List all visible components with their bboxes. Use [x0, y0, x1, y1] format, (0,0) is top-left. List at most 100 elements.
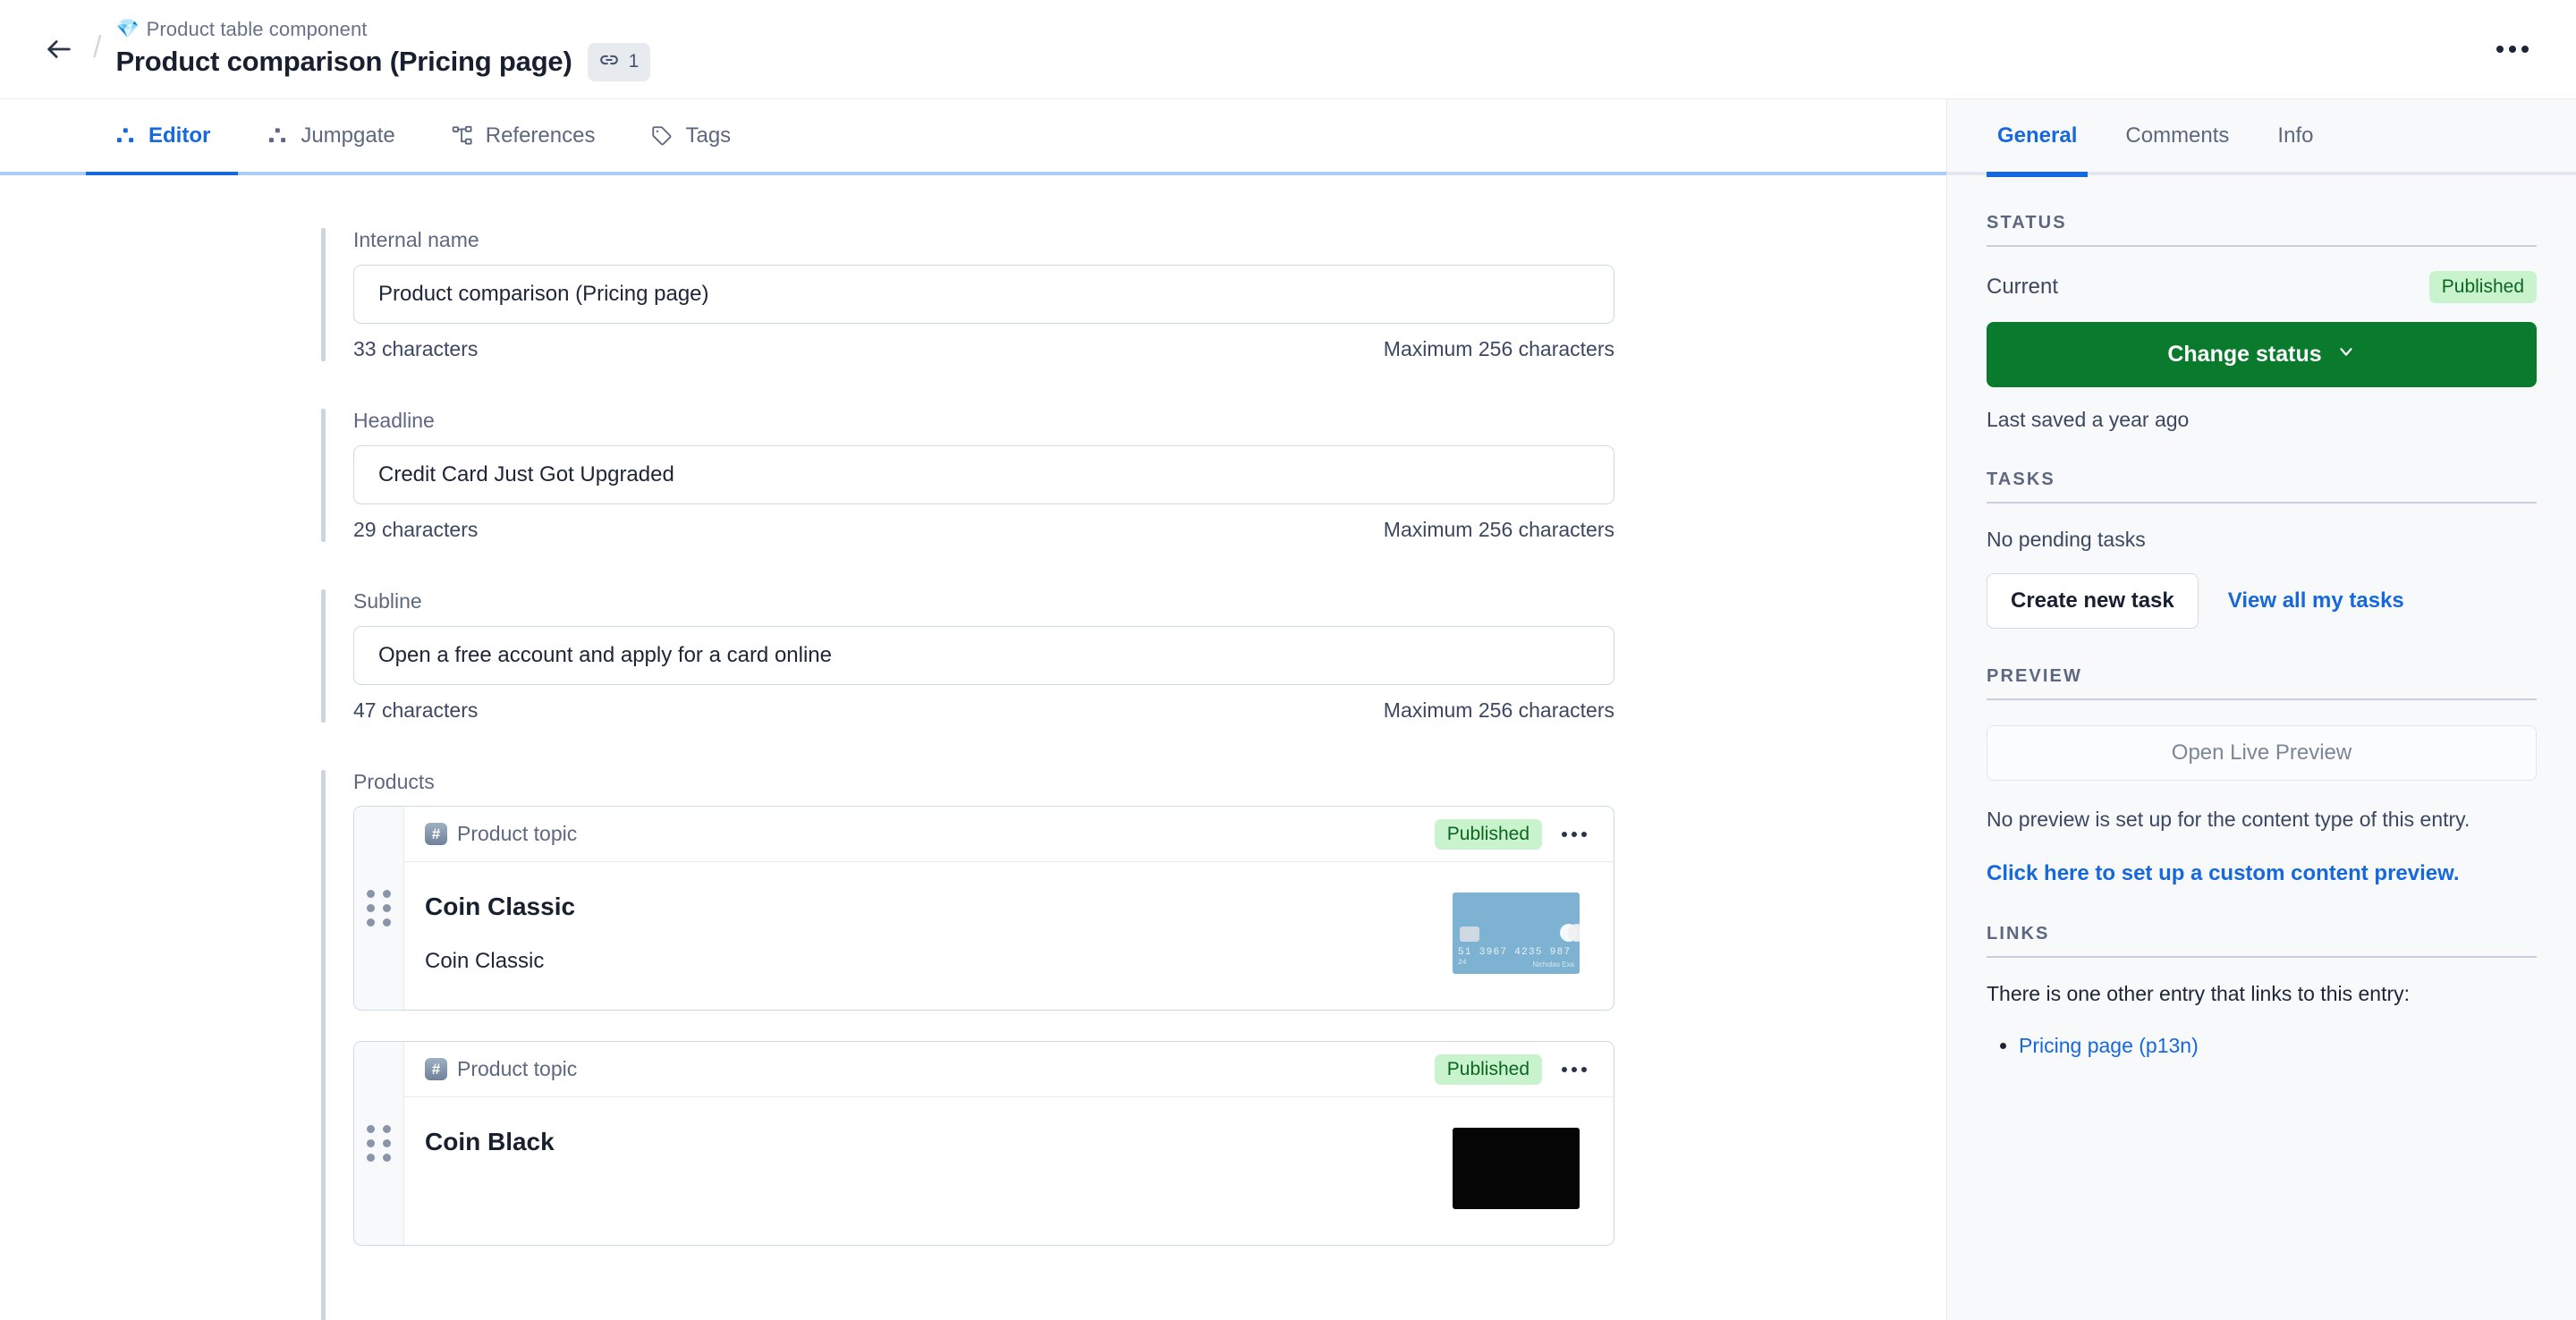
- main-column: Editor Jumpgate References Tags Internal…: [0, 99, 1946, 1320]
- open-live-preview-button[interactable]: Open Live Preview: [1987, 725, 2537, 781]
- tab-editor[interactable]: Editor: [86, 97, 239, 177]
- breadcrumb-separator: /: [93, 30, 102, 64]
- ellipsis-icon: [2496, 46, 2529, 53]
- sidebar-tabbar: General Comments Info: [1947, 97, 2576, 177]
- product-subtitle: Coin Classic: [425, 949, 545, 973]
- product-card-body: Coin Black: [404, 1097, 1614, 1245]
- tab-label: Info: [2277, 123, 2314, 148]
- ellipsis-icon[interactable]: [1555, 1058, 1594, 1081]
- status-badge: Published: [1434, 1053, 1542, 1085]
- field-meta: 33 characters Maximum 256 characters: [353, 337, 1614, 361]
- field-label: Subline: [353, 589, 422, 613]
- sidebar-content: STATUS Current Published Change status L…: [1947, 175, 2576, 1320]
- tab-label: Tags: [685, 123, 732, 148]
- internal-name-input[interactable]: Product comparison (Pricing page): [353, 265, 1614, 324]
- char-count: 33 characters: [353, 337, 479, 360]
- field-meta: 47 characters Maximum 256 characters: [353, 698, 1614, 723]
- field-label: Internal name: [353, 228, 479, 251]
- product-title: Coin Black: [425, 1128, 555, 1155]
- incoming-links-badge[interactable]: 1: [587, 42, 651, 81]
- page-title: Product comparison (Pricing page): [115, 46, 572, 77]
- preview-note: No preview is set up for the content typ…: [1987, 808, 2470, 831]
- tasks-section-title: TASKS: [1987, 432, 2537, 503]
- tasks-actions: Create new task View all my tasks: [1987, 573, 2537, 629]
- entry-form: Internal name Product comparison (Pricin…: [0, 175, 1946, 1320]
- card-chip-icon: [1460, 927, 1479, 942]
- tab-label: General: [1997, 123, 2078, 148]
- char-count: 47 characters: [353, 698, 479, 722]
- tab-general[interactable]: General: [1973, 97, 2101, 177]
- dots-triangle-icon: [266, 124, 289, 148]
- ellipsis-icon[interactable]: [1555, 823, 1594, 846]
- tab-info[interactable]: Info: [2253, 97, 2337, 173]
- view-all-tasks-link[interactable]: View all my tasks: [2228, 588, 2404, 613]
- product-card-header: # Product topic Published: [404, 807, 1614, 862]
- card-expiry: 24: [1458, 959, 1467, 967]
- field-label: Products: [353, 770, 435, 793]
- tab-label: Comments: [2125, 123, 2230, 148]
- char-max: Maximum 256 characters: [1383, 337, 1614, 360]
- field-headline: Headline Credit Card Just Got Upgraded 2…: [321, 409, 1615, 542]
- back-button[interactable]: [34, 24, 84, 74]
- field-label: Headline: [353, 409, 435, 432]
- list-item[interactable]: Pricing page (p13n): [2019, 1027, 2537, 1066]
- tab-references[interactable]: References: [423, 97, 623, 173]
- editor-body: Editor Jumpgate References Tags Internal…: [0, 99, 2576, 1320]
- product-card[interactable]: # Product topic Published: [353, 806, 1614, 1011]
- editor-scroll-area[interactable]: Internal name Product comparison (Pricin…: [0, 175, 1946, 1320]
- char-count: 29 characters: [353, 518, 479, 541]
- hash-icon: #: [425, 823, 447, 845]
- tab-label: Jumpgate: [301, 123, 395, 148]
- drag-handle-icon[interactable]: [354, 807, 404, 1010]
- tab-label: Editor: [148, 123, 211, 148]
- tasks-empty-text: No pending tasks: [1987, 528, 2146, 551]
- links-intro-text: There is one other entry that links to t…: [1987, 981, 2411, 1005]
- editor-tabbar: Editor Jumpgate References Tags: [0, 97, 1946, 177]
- field-subline: Subline Open a free account and apply fo…: [321, 589, 1615, 723]
- breadcrumb: 💎 Product table component Product compar…: [115, 18, 651, 81]
- product-card-body: Coin Classic Coin Classic 51 3967 4235 9…: [404, 862, 1614, 1010]
- status-current-row: Current Published: [1987, 247, 2537, 303]
- field-internal-name: Internal name Product comparison (Pricin…: [321, 228, 1615, 361]
- entry-editor-app: / 💎 Product table component Product comp…: [0, 0, 2576, 1320]
- card-holder-name: Nicholas Exa: [1532, 960, 1574, 969]
- hash-icon: #: [425, 1058, 447, 1080]
- top-bar: / 💎 Product table component Product comp…: [0, 0, 2576, 99]
- link-chain-icon: [597, 48, 621, 76]
- entry-sidebar: General Comments Info STATUS Current Pub…: [1946, 99, 2576, 1320]
- status-badge: Published: [2428, 271, 2537, 303]
- subline-input[interactable]: Open a free account and apply for a card…: [353, 626, 1614, 685]
- char-max: Maximum 256 characters: [1383, 518, 1614, 541]
- incoming-link-label[interactable]: Pricing page (p13n): [2019, 1034, 2199, 1057]
- change-status-button[interactable]: Change status: [1987, 322, 2537, 387]
- preview-section-title: PREVIEW: [1987, 629, 2537, 700]
- content-type-label: Product topic: [457, 822, 578, 845]
- headline-input[interactable]: Credit Card Just Got Upgraded: [353, 445, 1614, 504]
- product-card[interactable]: # Product topic Published: [353, 1041, 1614, 1246]
- tab-jumpgate[interactable]: Jumpgate: [238, 97, 422, 173]
- dots-triangle-icon: [114, 124, 137, 148]
- char-max: Maximum 256 characters: [1383, 698, 1614, 722]
- drag-handle-icon[interactable]: [354, 1042, 404, 1245]
- arrow-left-icon: [44, 34, 74, 64]
- field-products: Products # Product topic Published Coin …: [321, 770, 1615, 1320]
- incoming-links-count: 1: [628, 51, 640, 72]
- create-new-task-button[interactable]: Create new task: [1987, 573, 2199, 629]
- product-thumbnail: 51 3967 4235 987 24 Nicholas Exa: [1453, 893, 1580, 974]
- card-number: 51 3967 4235 987: [1458, 947, 1572, 958]
- setup-content-preview-link[interactable]: Click here to set up a custom content pr…: [1987, 861, 2460, 885]
- tab-tags[interactable]: Tags: [623, 97, 758, 173]
- status-badge: Published: [1434, 818, 1542, 850]
- entry-actions-button[interactable]: [2488, 29, 2537, 70]
- tab-comments[interactable]: Comments: [2101, 97, 2253, 173]
- tab-label: References: [485, 123, 596, 148]
- last-saved-text: Last saved a year ago: [1987, 408, 2190, 431]
- gem-icon: 💎: [115, 19, 140, 39]
- nodes-tree-icon: [451, 124, 474, 148]
- content-type-label: Product topic: [457, 1057, 578, 1080]
- product-card-header: # Product topic Published: [404, 1042, 1614, 1097]
- breadcrumb-label[interactable]: Product table component: [147, 18, 368, 41]
- links-section-title: LINKS: [1987, 886, 2537, 958]
- field-meta: 29 characters Maximum 256 characters: [353, 518, 1614, 542]
- status-current-label: Current: [1987, 275, 2059, 299]
